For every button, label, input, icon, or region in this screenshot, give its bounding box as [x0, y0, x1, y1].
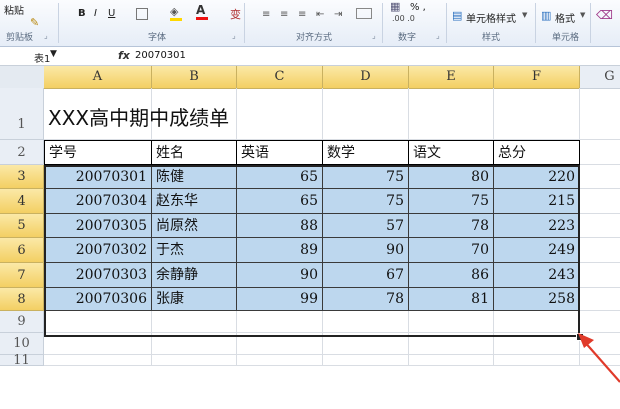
annotation-arrow — [578, 333, 620, 383]
